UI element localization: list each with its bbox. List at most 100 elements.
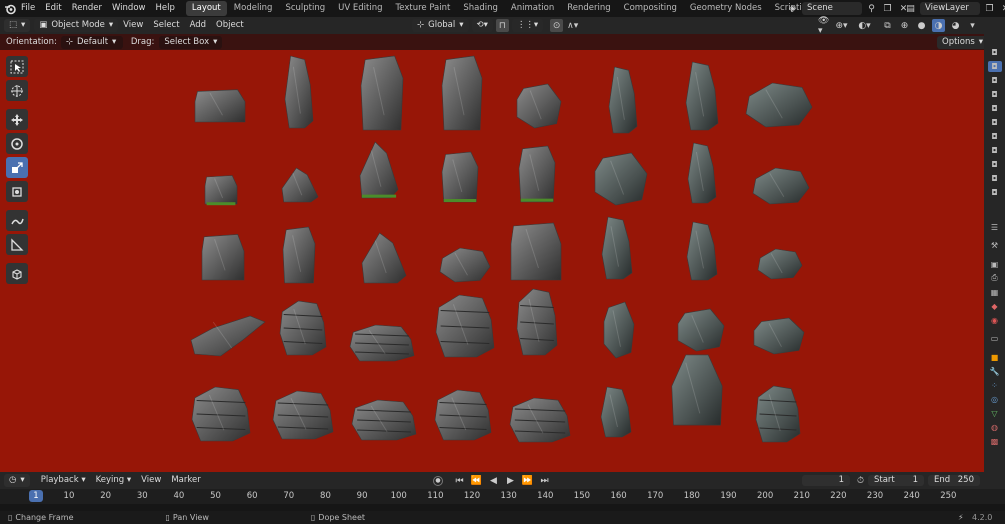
rock-asset[interactable] — [204, 175, 238, 206]
rock-asset[interactable] — [435, 294, 495, 358]
current-frame-field[interactable]: 1 — [802, 475, 850, 486]
view-layer-field[interactable]: ViewLayer — [920, 2, 980, 15]
outliner-camera-icon[interactable]: ◘ — [988, 75, 1002, 86]
render-properties-icon[interactable]: ▣ — [988, 259, 1002, 270]
world-properties-icon[interactable]: ◉ — [988, 315, 1002, 326]
gizmo-icon[interactable]: ⊕▾ — [835, 19, 848, 32]
jump-end-icon[interactable]: ⏭ — [538, 474, 551, 487]
menu-view[interactable]: View — [118, 17, 148, 34]
tool-properties-icon[interactable]: ⚒ — [988, 240, 1002, 251]
rock-asset[interactable] — [191, 386, 251, 442]
timeline-track-area[interactable] — [0, 504, 1005, 511]
jump-keyframe-forward-icon[interactable]: ⏩ — [521, 474, 534, 487]
falloff-icon[interactable]: ∧▾ — [566, 19, 579, 32]
solid-shading-icon[interactable]: ● — [915, 19, 928, 32]
properties-menu-icon[interactable]: ☰ — [988, 222, 1002, 233]
rock-asset[interactable] — [686, 221, 718, 281]
timeline-view-menu[interactable]: View — [136, 472, 166, 489]
mode-dropdown[interactable]: ▣ Object Mode ▾ — [34, 19, 119, 32]
collection-properties-icon[interactable]: ▭ — [988, 333, 1002, 344]
rock-asset[interactable] — [281, 167, 319, 203]
tab-texture-paint[interactable]: Texture Paint — [390, 1, 457, 16]
rock-asset[interactable] — [439, 247, 491, 283]
rock-asset[interactable] — [351, 399, 417, 441]
visibility-icon[interactable]: 👁▾ — [818, 16, 831, 36]
outliner-camera-icon[interactable]: ◘ — [988, 159, 1002, 170]
new-scene-icon[interactable]: ❐ — [881, 2, 894, 15]
outliner-camera-icon[interactable]: ◘ — [988, 117, 1002, 128]
rock-asset[interactable] — [685, 61, 719, 131]
rock-asset[interactable] — [516, 83, 562, 129]
marker-menu[interactable]: Marker — [166, 472, 205, 489]
tab-layout[interactable]: Layout — [185, 1, 227, 16]
shading-options-icon[interactable]: ▾ — [966, 19, 979, 32]
keying-menu[interactable]: Keying ▾ — [91, 472, 137, 489]
rock-asset[interactable] — [755, 385, 801, 443]
snap-icon[interactable]: ⊓ — [495, 19, 509, 32]
material-properties-icon[interactable]: ◍ — [988, 422, 1002, 433]
rock-asset[interactable] — [752, 167, 810, 205]
measure-tool[interactable] — [6, 234, 28, 255]
delete-view-layer-icon[interactable]: ✕ — [999, 2, 1005, 15]
playback-menu[interactable]: Playback ▾ — [36, 472, 91, 489]
view-layer-properties-icon[interactable]: ▦ — [988, 287, 1002, 298]
rock-asset[interactable] — [279, 300, 327, 356]
modifier-properties-icon[interactable]: 🔧 — [988, 366, 1002, 377]
rock-asset[interactable] — [601, 216, 633, 280]
new-view-layer-icon[interactable]: ❐ — [983, 2, 996, 15]
rock-asset[interactable] — [671, 354, 723, 426]
menu-window[interactable]: Window — [107, 0, 151, 17]
view-layer-icon[interactable]: ▤ — [904, 2, 917, 15]
drag-dropdown[interactable]: Select Box ▾ — [159, 35, 223, 49]
outliner-camera-icon[interactable]: ◘ — [988, 145, 1002, 156]
outliner-camera-icon[interactable]: ◘ — [988, 89, 1002, 100]
scene-name-field[interactable]: Scene — [802, 2, 862, 15]
select-box-tool[interactable] — [6, 56, 28, 77]
rock-asset[interactable] — [194, 89, 246, 123]
rock-asset[interactable] — [434, 389, 492, 441]
rock-asset[interactable] — [201, 234, 245, 281]
proportional-editing-icon[interactable]: ⊙ — [550, 19, 564, 32]
texture-properties-icon[interactable]: ▩ — [988, 436, 1002, 447]
rock-asset[interactable] — [687, 142, 717, 204]
add-cube-tool[interactable] — [6, 263, 28, 284]
particles-properties-icon[interactable]: ⁘ — [988, 380, 1002, 391]
rock-asset[interactable] — [518, 145, 556, 203]
outliner-camera-icon[interactable]: ◘ — [988, 131, 1002, 142]
outliner-camera-icon[interactable]: ◘ — [988, 47, 1002, 58]
move-tool[interactable] — [6, 109, 28, 130]
scale-tool[interactable] — [6, 157, 28, 178]
rock-asset[interactable] — [677, 308, 725, 352]
transform-tool[interactable] — [6, 181, 28, 202]
overlay-icon[interactable]: ◐▾ — [858, 19, 871, 32]
scene-properties-icon[interactable]: ◆ — [988, 301, 1002, 312]
snap-target-dropdown[interactable]: ⋮⋮▾ — [511, 19, 544, 32]
stopwatch-icon[interactable]: ⏱ — [854, 474, 867, 487]
rock-asset[interactable] — [284, 55, 314, 129]
editor-type-button[interactable]: ⬚ ▾ — [4, 19, 31, 32]
rock-asset[interactable] — [190, 315, 266, 357]
rock-asset[interactable] — [603, 301, 635, 359]
rendered-shading-icon[interactable]: ◕ — [949, 19, 962, 32]
rock-asset[interactable] — [509, 397, 571, 443]
jump-keyframe-back-icon[interactable]: ⏪ — [470, 474, 483, 487]
tab-geometry-nodes[interactable]: Geometry Nodes — [684, 1, 768, 16]
scene-icon[interactable]: ◈ — [786, 2, 799, 15]
timeline-editor-type-button[interactable]: ◷ ▾ — [4, 474, 30, 487]
tab-sculpting[interactable]: Sculpting — [279, 1, 331, 16]
output-properties-icon[interactable]: ⎙ — [988, 273, 1002, 284]
rock-asset[interactable] — [608, 66, 638, 134]
rock-asset[interactable] — [359, 141, 399, 199]
menu-object[interactable]: Object — [211, 17, 249, 34]
transform-orientation-dropdown[interactable]: ⊹ Global ▾ — [412, 19, 469, 32]
end-frame-field[interactable]: End 250 — [928, 475, 980, 486]
rock-asset[interactable] — [441, 55, 483, 131]
rock-asset[interactable] — [600, 386, 632, 438]
annotate-tool[interactable] — [6, 210, 28, 231]
rock-asset[interactable] — [282, 226, 316, 284]
rock-asset[interactable] — [745, 82, 813, 128]
tab-animation[interactable]: Animation — [505, 1, 560, 16]
rock-asset[interactable] — [441, 151, 479, 203]
tab-compositing[interactable]: Compositing — [618, 1, 683, 16]
outliner-camera-icon[interactable]: ◘ — [987, 61, 1002, 72]
